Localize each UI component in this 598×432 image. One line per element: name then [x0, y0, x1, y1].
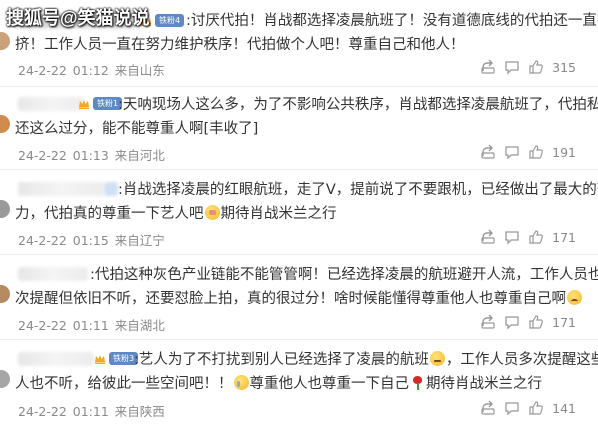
comment-text-segment: 力，代拍真的尊重一下艺人吧 [15, 206, 204, 222]
comment-location: 来自陕西 [114, 404, 165, 419]
rose-emoji-icon [410, 375, 425, 390]
username[interactable] [18, 352, 94, 366]
comment-icon[interactable] [504, 314, 520, 330]
comment-location: 来自辽宁 [114, 233, 165, 248]
username[interactable] [18, 267, 88, 281]
comment-text-segment: 人也不听，给彼此一些空间吧！！ [15, 376, 233, 392]
share-icon[interactable] [480, 59, 496, 75]
comment-location: 来自河北 [114, 148, 165, 163]
like-icon[interactable] [528, 400, 544, 416]
avatar[interactable] [0, 32, 10, 50]
comment-text-segment: 次提醒但依旧不听，还要怼脸上拍，真的很过分！啥时候能懂得尊重他人也尊重自己啊 [15, 291, 566, 307]
avatar[interactable] [0, 370, 10, 388]
comment-actions: 171 [480, 229, 576, 245]
username[interactable] [18, 97, 84, 111]
comment-date: 24-2-22 01:15 [18, 233, 109, 248]
like-count: 171 [552, 229, 576, 245]
comment-text-line: :肖战选择凌晨的红眼航班，走了V，提前说了不要跟机，已经做出了最大的努 [118, 182, 598, 198]
crying-face-emoji-icon [233, 375, 249, 390]
comment-text-segment: 期待肖战米兰之行 [426, 376, 542, 392]
comment-text-line: :代拍这种灰色产业链能不能管管啊！已经选择凌晨的航班避开人流，工作人员也多 [90, 267, 598, 283]
comment-item: :肖战选择凌晨的红眼航班，走了V，提前说了不要跟机，已经做出了最大的努 力，代拍… [0, 170, 598, 255]
comment-text-line: :天呐现场人这么多，为了不影响公共秩序，肖战都选择凌晨航班了，代拍私生 [118, 97, 598, 113]
crown-icon [79, 99, 89, 109]
like-icon[interactable] [528, 59, 544, 75]
comment-meta: 24-2-22 01:15 来自辽宁 [18, 230, 165, 249]
avatar[interactable] [0, 285, 10, 303]
comment-text-segment: ，工作人员多次提醒这些 [445, 352, 598, 368]
comment-text-segment: :艺人为了不打扰到别人已经选择了凌晨的航班 [134, 352, 429, 368]
comment-date: 24-2-22 01:11 [18, 404, 109, 419]
like-icon[interactable] [528, 229, 544, 245]
username[interactable] [18, 182, 104, 196]
avatar[interactable] [0, 115, 10, 133]
comment-meta: 24-2-22 01:11 来自陕西 [18, 401, 165, 420]
heart-hands-emoji-icon [204, 205, 220, 220]
comment-text-segment: 尊重他人也尊重一下自己 [249, 376, 410, 392]
comment-date: 24-2-22 01:13 [18, 148, 109, 163]
comment-icon[interactable] [504, 400, 520, 416]
like-count: 191 [552, 144, 576, 160]
comment-icon[interactable] [504, 59, 520, 75]
share-icon[interactable] [480, 229, 496, 245]
comment-actions: 315 [480, 59, 576, 75]
comment-item: 铁粉1 :天呐现场人这么多，为了不影响公共秩序，肖战都选择凌晨航班了，代拍私生 … [0, 87, 598, 170]
fan-badge: 铁粉4 [155, 14, 185, 27]
crown-icon [95, 354, 105, 364]
comment-text-line: 还这么过分，能不能尊重人啊[丰收了] [15, 121, 259, 137]
like-icon[interactable] [528, 144, 544, 160]
user-badges: 铁粉3 [94, 352, 139, 365]
comment-meta: 24-2-22 01:13 来自河北 [18, 145, 165, 164]
comment-icon[interactable] [504, 229, 520, 245]
comment-text-segment: 期待肖战米兰之行 [220, 206, 337, 222]
comment-text-line: 人也不听，给彼此一些空间吧！！ 尊重他人也尊重一下自己 期待肖战米兰之行 [15, 375, 542, 393]
watermark-text: 搜狐号@笑猫说说 [6, 8, 150, 28]
comment-actions: 191 [480, 144, 576, 160]
comment-text-line: 次提醒但依旧不听，还要怼脸上拍，真的很过分！啥时候能懂得尊重他人也尊重自己啊 [15, 290, 583, 308]
comment-icon[interactable] [504, 144, 520, 160]
like-count: 171 [552, 314, 576, 330]
sweat-smile-emoji-icon [429, 351, 445, 366]
comment-date: 24-2-22 01:11 [18, 318, 109, 333]
share-icon[interactable] [480, 144, 496, 160]
user-badges [104, 182, 118, 196]
share-icon[interactable] [480, 314, 496, 330]
comment-actions: 141 [480, 400, 576, 416]
comment-item: 铁粉3 :艺人为了不打扰到别人已经选择了凌晨的航班 ，工作人员多次提醒这些 人也不… [0, 340, 598, 432]
user-badges: 铁粉1 [78, 97, 123, 110]
sad-face-emoji-icon [567, 290, 582, 305]
like-icon[interactable] [528, 314, 544, 330]
like-count: 141 [552, 400, 576, 416]
comment-meta: 24-2-22 01:12 来自山东 [18, 60, 165, 79]
comment-text-line: 力，代拍真的尊重一下艺人吧 期待肖战米兰之行 [15, 205, 337, 223]
comment-meta: 24-2-22 01:11 来自湖北 [18, 315, 165, 334]
avatar[interactable] [0, 200, 10, 218]
comment-location: 来自山东 [114, 63, 165, 78]
comment-text-line: 挤！工作人员一直在努力维护秩序！代拍做个人吧！尊重自己和他人！ [15, 37, 465, 53]
like-count: 315 [552, 59, 576, 75]
comment-text-line: :艺人为了不打扰到别人已经选择了凌晨的航班 ，工作人员多次提醒这些 [134, 351, 598, 369]
comment-location: 来自湖北 [114, 318, 165, 333]
comment-item: :代拍这种灰色产业链能不能管管啊！已经选择凌晨的航班避开人流，工作人员也多 次提… [0, 255, 598, 340]
comment-text-line: :讨厌代拍！肖战都选择凌晨航班了！没有道德底线的代拍还一直在 [186, 13, 598, 29]
comment-actions: 171 [480, 314, 576, 330]
share-icon[interactable] [480, 400, 496, 416]
comment-date: 24-2-22 01:12 [18, 63, 109, 78]
